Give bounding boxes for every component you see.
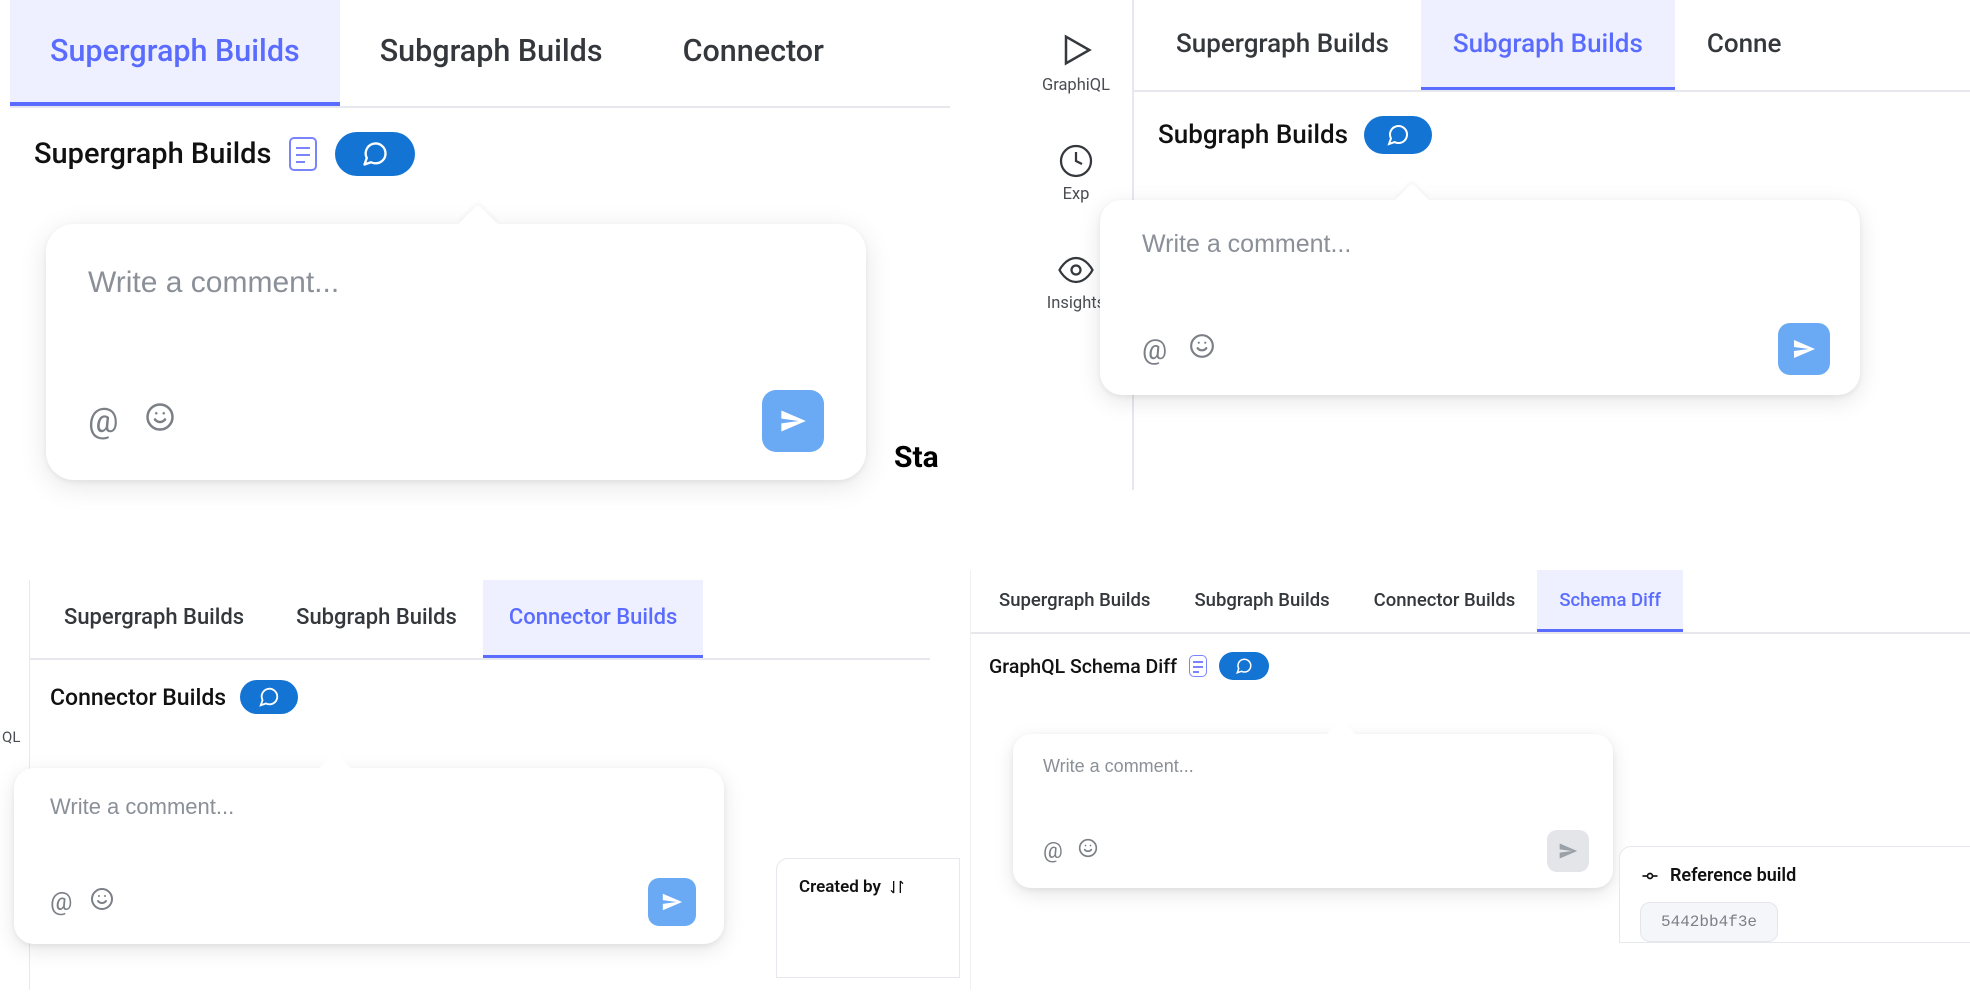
comment-icon (1386, 123, 1410, 147)
add-comment-button[interactable] (335, 132, 415, 176)
comment-popover: @ (14, 768, 724, 944)
tab-connector-builds[interactable]: Connector Builds (483, 580, 703, 658)
popover-toolbar: @ (88, 390, 824, 452)
tab-connector[interactable]: Conne (1675, 0, 1814, 90)
popover-toolbar: @ (50, 878, 696, 926)
sort-icon (889, 879, 905, 895)
rail-item-explorer[interactable]: Exp (1020, 143, 1132, 204)
popover-arrow (1395, 183, 1429, 217)
comment-icon (258, 686, 280, 708)
comment-popover: @ (1013, 734, 1613, 888)
panel-schema-diff: Supergraph Builds Subgraph Builds Connec… (970, 570, 1970, 990)
emoji-icon[interactable] (145, 401, 175, 441)
rail-label-fragment: QL (2, 728, 20, 746)
mention-icon[interactable]: @ (50, 888, 72, 917)
tabs-row: Supergraph Builds Subgraph Builds Connec… (971, 570, 1970, 634)
section-header: Supergraph Builds (10, 108, 950, 176)
build-hash-pill[interactable]: 5442bb4f3e (1640, 902, 1778, 942)
section-title: Subgraph Builds (1158, 120, 1348, 150)
send-icon (661, 891, 683, 913)
emoji-icon[interactable] (1189, 333, 1215, 366)
note-icon (1189, 655, 1207, 677)
git-commit-icon (1640, 866, 1660, 886)
send-comment-button[interactable] (762, 390, 824, 452)
section-header: Connector Builds (30, 660, 930, 714)
rail-label: Insights (1047, 294, 1105, 313)
rail-label: Exp (1063, 185, 1090, 204)
add-comment-button[interactable] (1219, 652, 1269, 680)
created-by-column-header[interactable]: Created by (799, 877, 959, 897)
emoji-icon[interactable] (1078, 838, 1098, 864)
comment-input[interactable] (50, 794, 696, 820)
tabs-row: Supergraph Builds Subgraph Builds Connec… (10, 0, 950, 108)
truncated-text: Sta (894, 440, 939, 475)
tab-subgraph-builds[interactable]: Subgraph Builds (1172, 570, 1351, 632)
comment-icon (361, 140, 389, 168)
tab-subgraph-builds[interactable]: Subgraph Builds (1421, 0, 1675, 90)
send-comment-button[interactable] (1547, 830, 1589, 872)
add-comment-button[interactable] (240, 680, 298, 714)
reference-build-title: Reference build (1640, 865, 1970, 886)
send-comment-button[interactable] (648, 878, 696, 926)
comment-input[interactable] (1142, 230, 1830, 259)
section-title: GraphQL Schema Diff (989, 655, 1177, 678)
tabs-row: Supergraph Builds Subgraph Builds Connec… (30, 580, 930, 660)
section-title: Supergraph Builds (34, 137, 271, 171)
tab-connector-builds[interactable]: Connector Builds (1352, 570, 1538, 632)
panel-supergraph: Supergraph Builds Subgraph Builds Connec… (10, 0, 950, 520)
section-header: GraphQL Schema Diff (971, 634, 1970, 680)
comment-input[interactable] (88, 266, 824, 300)
mention-icon[interactable]: @ (1043, 839, 1063, 864)
clock-icon (1058, 143, 1094, 179)
comment-popover: @ (46, 224, 866, 480)
panel-connector: QL Supergraph Builds Subgraph Builds Con… (0, 580, 930, 1000)
send-icon (779, 407, 807, 435)
popover-toolbar: @ (1142, 323, 1830, 375)
card-fragment: Created by (776, 858, 960, 978)
rail-item-graphiql[interactable]: GraphiQL (1020, 30, 1132, 95)
send-icon (1792, 337, 1816, 361)
rail-label: GraphiQL (1042, 76, 1110, 95)
tab-subgraph-builds[interactable]: Subgraph Builds (340, 0, 643, 106)
comment-icon (1235, 657, 1253, 675)
note-icon (289, 137, 317, 171)
popover-arrow (319, 752, 350, 783)
tab-subgraph-builds[interactable]: Subgraph Builds (270, 580, 483, 658)
popover-toolbar: @ (1043, 830, 1589, 872)
send-icon (1558, 841, 1578, 861)
popover-arrow (458, 204, 498, 244)
popover-arrow (1327, 720, 1355, 748)
comment-input[interactable] (1043, 756, 1589, 777)
tab-schema-diff[interactable]: Schema Diff (1537, 570, 1683, 632)
section-header: Subgraph Builds (1134, 92, 1970, 154)
add-comment-button[interactable] (1364, 116, 1432, 154)
mention-icon[interactable]: @ (1142, 333, 1167, 366)
emoji-icon[interactable] (90, 887, 114, 918)
comment-popover: @ (1100, 200, 1860, 395)
eye-icon (1058, 252, 1094, 288)
play-outline-icon (1056, 30, 1096, 70)
tab-supergraph-builds[interactable]: Supergraph Builds (10, 0, 340, 106)
tab-supergraph-builds[interactable]: Supergraph Builds (1144, 0, 1421, 90)
tab-supergraph-builds[interactable]: Supergraph Builds (977, 570, 1172, 632)
send-comment-button[interactable] (1778, 323, 1830, 375)
panel-subgraph: GraphiQL Exp Insights Supergraph Builds … (1020, 0, 1970, 490)
tabs-row: Supergraph Builds Subgraph Builds Conne (1134, 0, 1970, 92)
tab-supergraph-builds[interactable]: Supergraph Builds (38, 580, 270, 658)
reference-build-card: Reference build 5442bb4f3e (1619, 846, 1970, 943)
tab-connector[interactable]: Connector (643, 0, 864, 106)
mention-icon[interactable]: @ (88, 401, 119, 441)
section-title: Connector Builds (50, 684, 226, 711)
